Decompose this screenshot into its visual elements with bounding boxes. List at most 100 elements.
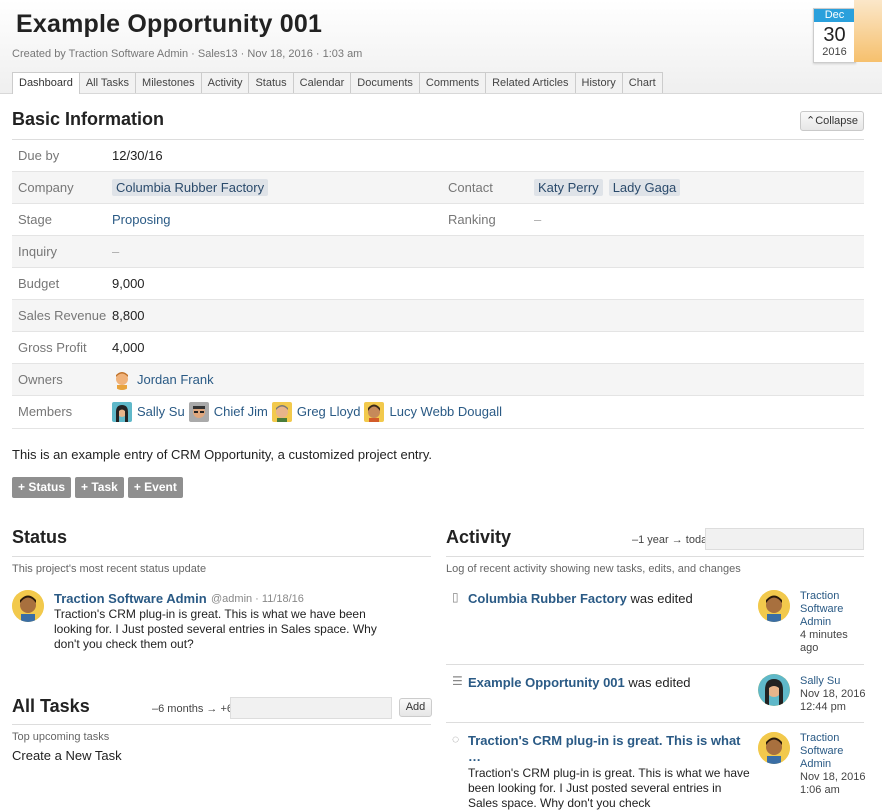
page-title: Example Opportunity 001 [16, 10, 323, 38]
comment-icon: ◌ [452, 732, 460, 746]
building-icon: ▯ [452, 590, 459, 604]
row-budget: Budget 9,000 [12, 268, 864, 300]
activity-who[interactable]: Sally Su [800, 675, 870, 688]
accent-bar [854, 0, 882, 62]
add-task-button[interactable]: + Task [75, 477, 124, 498]
row-revenue: Sales Revenue 8,800 [12, 300, 864, 332]
divider [12, 724, 431, 725]
activity-time: Nov 18, 2016 1:06 am [800, 771, 866, 796]
revenue-value: 8,800 [112, 308, 145, 323]
page-header: Example Opportunity 001 Created by Tract… [0, 0, 882, 94]
activity-who[interactable]: Traction Software Admin [800, 732, 870, 771]
tab-history[interactable]: History [575, 72, 623, 93]
activity-excerpt: Traction's CRM plug-in is great. This is… [468, 766, 750, 810]
members-label: Members [18, 404, 73, 419]
due-label: Due by [18, 148, 60, 163]
action-buttons: + Status + Task + Event [12, 477, 183, 498]
activity-range-slider[interactable] [705, 528, 864, 550]
collapse-button[interactable]: ⌃Collapse [800, 111, 864, 131]
tasks-title: All Tasks [12, 696, 90, 716]
activity-item-link[interactable]: Example Opportunity 001 [468, 675, 625, 690]
row-members: Members Sally Su Chief Jim Greg Lloyd Lu… [12, 396, 864, 429]
due-value: 12/30/16 [112, 148, 163, 163]
contact-tag-2[interactable]: Lady Gaga [608, 179, 681, 196]
tab-bar: Dashboard All Tasks Milestones Activity … [12, 72, 663, 94]
avatar-icon [116, 371, 128, 390]
calendar-day: 30 [823, 24, 846, 46]
member-sally[interactable]: Sally Su [112, 396, 185, 428]
member-greg[interactable]: Greg Lloyd [271, 396, 360, 428]
activity-title: Activity [446, 527, 512, 547]
profit-label: Gross Profit [18, 340, 87, 355]
add-status-button[interactable]: + Status [12, 477, 72, 498]
activity-item-link[interactable]: Traction's CRM plug-in is great. This is… [468, 733, 750, 765]
avatar-icon [758, 674, 790, 706]
status-author[interactable]: Traction Software Admin [54, 591, 207, 606]
owner-jordan[interactable]: Jordan Frank [112, 364, 214, 395]
member-name: Chief Jim [213, 404, 268, 419]
activity-item-link[interactable]: Columbia Rubber Factory [468, 591, 627, 606]
calendar-year: 2016 [822, 46, 847, 58]
create-task-link[interactable]: Create a New Task [12, 748, 122, 763]
page-meta: Created by Traction Software Admin · Sal… [12, 48, 363, 60]
company-label: Company [18, 180, 74, 195]
basic-info-table: Due by 12/30/16 Company Columbia Rubber … [12, 139, 864, 429]
tab-status[interactable]: Status [249, 72, 294, 93]
avatar-icon [758, 590, 790, 622]
tab-documents[interactable]: Documents [351, 72, 420, 93]
row-stage: Stage Proposing Ranking – [12, 204, 864, 236]
divider [446, 664, 864, 665]
tab-all-tasks[interactable]: All Tasks [79, 72, 137, 93]
ranking-value: – [534, 212, 542, 227]
activity-time: Nov 18, 2016 12:44 pm [800, 688, 866, 713]
status-title: Status [12, 527, 68, 547]
activity-who[interactable]: Traction Software Admin [800, 590, 862, 629]
avatar-icon [188, 402, 209, 422]
tab-related-articles[interactable]: Related Articles [486, 72, 576, 93]
status-subtitle: This project's most recent status update [12, 563, 207, 575]
tab-activity[interactable]: Activity [201, 72, 250, 93]
avatar-icon [112, 402, 132, 422]
activity-item-suffix: was edited [624, 675, 691, 690]
divider [446, 556, 864, 557]
revenue-label: Sales Revenue [18, 308, 107, 323]
document-icon: ☰ [452, 674, 463, 688]
tab-comments[interactable]: Comments [419, 72, 487, 93]
chevron-up-icon: ⌃ [805, 115, 816, 127]
row-owners: Owners Jordan Frank [12, 364, 864, 396]
tasks-range: –6 months → +6 [152, 703, 234, 715]
tab-milestones[interactable]: Milestones [136, 72, 202, 93]
add-task-range-button[interactable]: Add [399, 698, 432, 717]
member-lucy[interactable]: Lucy Webb Dougall [364, 396, 502, 428]
company-tag[interactable]: Columbia Rubber Factory [112, 179, 269, 196]
activity-item: Columbia Rubber Factory was edited [468, 591, 693, 606]
row-due: Due by 12/30/16 [12, 139, 864, 172]
contact-tag-1[interactable]: Katy Perry [534, 179, 603, 196]
add-event-button[interactable]: + Event [127, 477, 183, 498]
row-profit: Gross Profit 4,000 [12, 332, 864, 364]
budget-value: 9,000 [112, 276, 145, 291]
tasks-subtitle: Top upcoming tasks [12, 731, 110, 743]
ranking-label: Ranking [448, 212, 496, 227]
tasks-range-slider[interactable] [230, 697, 392, 719]
row-inquiry: Inquiry – [12, 236, 864, 268]
tab-dashboard[interactable]: Dashboard [12, 72, 80, 94]
avatar-icon [271, 402, 292, 422]
divider [12, 556, 431, 557]
activity-item: Example Opportunity 001 was edited [468, 675, 691, 690]
member-chief-jim[interactable]: Chief Jim [188, 396, 268, 428]
tab-calendar[interactable]: Calendar [293, 72, 352, 93]
member-name: Lucy Webb Dougall [389, 404, 502, 419]
calendar-month: Dec [814, 9, 855, 22]
description-text: This is an example entry of CRM Opportun… [12, 447, 433, 462]
owners-label: Owners [18, 372, 63, 387]
inquiry-label: Inquiry [18, 244, 58, 259]
stage-value[interactable]: Proposing [112, 204, 171, 235]
profit-value: 4,000 [112, 340, 145, 355]
stage-label: Stage [18, 212, 52, 227]
status-handle: @admin · 11/18/16 [211, 593, 304, 605]
contact-label: Contact [448, 180, 493, 195]
owner-name: Jordan Frank [137, 372, 214, 387]
basic-info-title: Basic Information [12, 109, 165, 129]
tab-chart[interactable]: Chart [622, 72, 663, 93]
